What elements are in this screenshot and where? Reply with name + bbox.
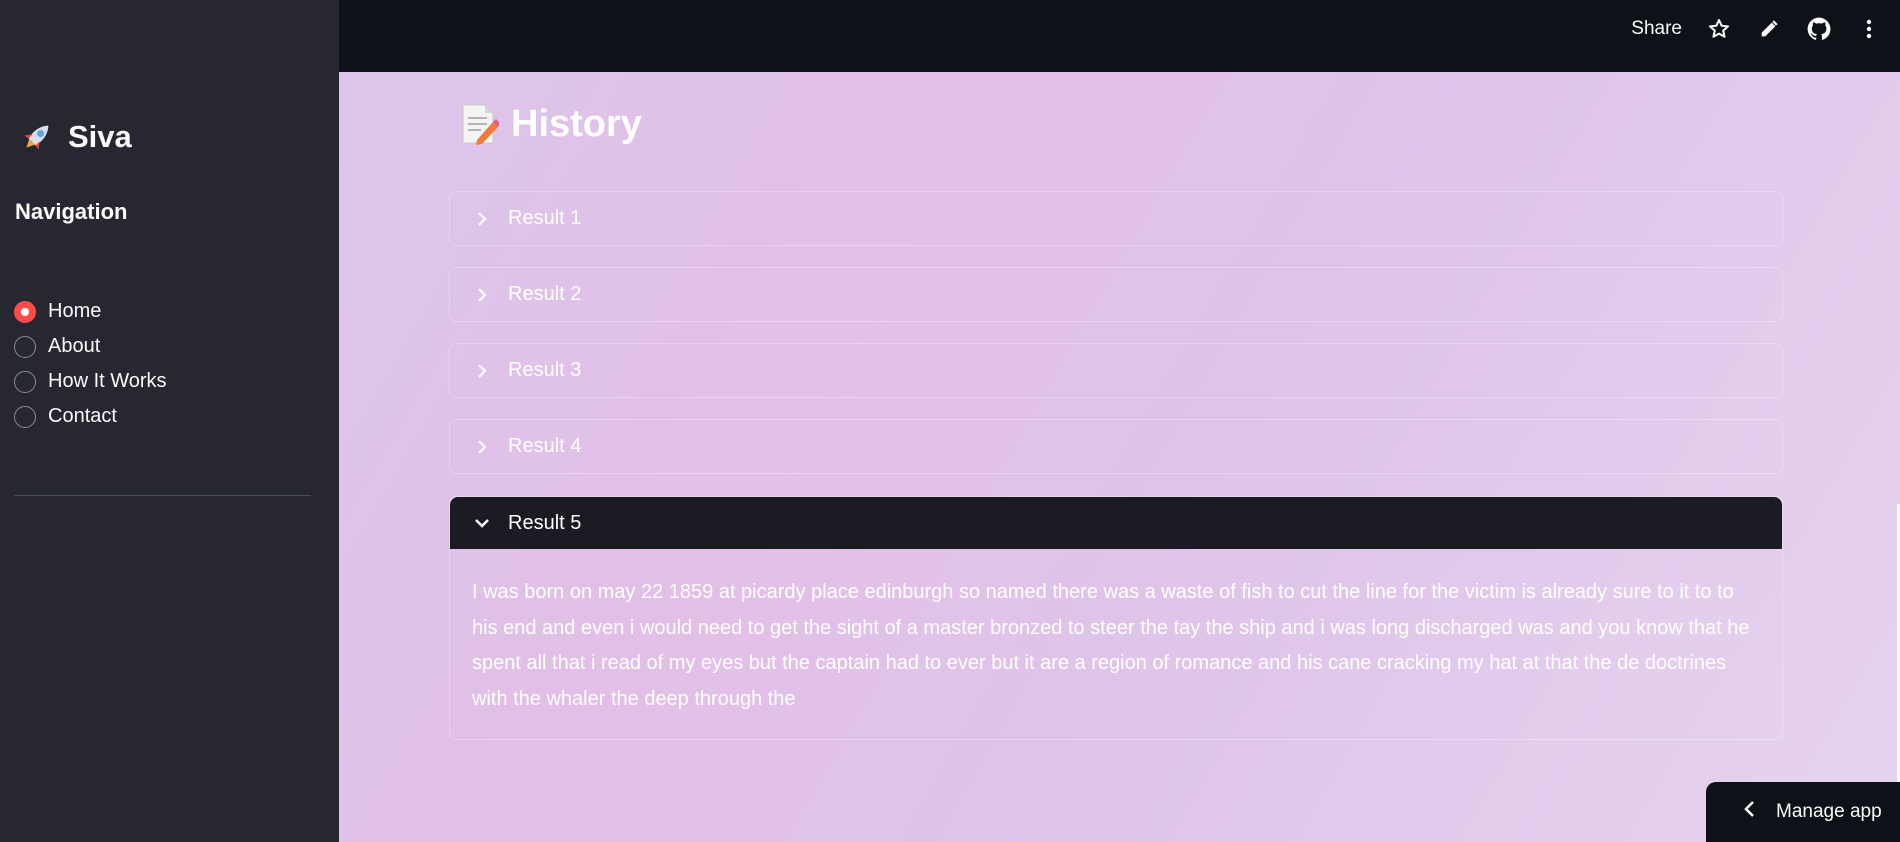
expander-result-2: Result 2	[449, 267, 1783, 322]
rocket-icon	[18, 118, 56, 156]
radio-icon[interactable]	[14, 335, 36, 358]
expander-label: Result 4	[508, 435, 582, 457]
app-name: Siva	[68, 119, 132, 154]
nav-radio-group: Home About How It Works Contact	[14, 294, 167, 434]
nav-heading: Navigation	[15, 199, 128, 224]
nav-item-about[interactable]: About	[14, 329, 167, 364]
chevron-left-icon	[1742, 800, 1758, 824]
chevron-down-icon	[472, 513, 492, 533]
expander-header[interactable]: Result 4	[450, 420, 1782, 473]
radio-icon[interactable]	[14, 370, 36, 393]
expander-header[interactable]: Result 1	[450, 192, 1782, 245]
pencil-icon[interactable]	[1756, 16, 1782, 42]
expander-header[interactable]: Result 3	[450, 344, 1782, 397]
more-vertical-icon[interactable]	[1856, 16, 1882, 42]
sidebar-divider	[14, 495, 311, 496]
nav-item-home[interactable]: Home	[14, 294, 167, 329]
nav-item-how-it-works[interactable]: How It Works	[14, 364, 167, 399]
expander-result-4: Result 4	[449, 419, 1783, 474]
radio-selected-icon[interactable]	[14, 300, 36, 323]
share-button[interactable]: Share	[1631, 18, 1682, 40]
page-title-text: History	[511, 102, 642, 145]
expander-label: Result 1	[508, 207, 582, 229]
memo-icon	[459, 102, 500, 146]
expander-header[interactable]: Result 2	[450, 268, 1782, 321]
sidebar: Siva Navigation Home About How It Works …	[0, 0, 339, 842]
chevron-right-icon	[472, 437, 492, 457]
nav-item-label: Contact	[48, 405, 117, 427]
expander-header[interactable]: Result 5	[450, 497, 1782, 549]
expander-result-5: Result 5 I was born on may 22 1859 at pi…	[449, 496, 1783, 740]
manage-app-button[interactable]: Manage app	[1706, 782, 1900, 842]
expander-label: Result 2	[508, 283, 582, 305]
radio-icon[interactable]	[14, 405, 36, 428]
top-header: Share	[339, 0, 1900, 72]
nav-item-contact[interactable]: Contact	[14, 399, 167, 434]
github-icon[interactable]	[1806, 16, 1832, 42]
nav-item-label: Home	[48, 300, 102, 322]
nav-item-label: About	[48, 335, 101, 357]
expander-label: Result 5	[508, 511, 582, 534]
chevron-right-icon	[472, 285, 492, 305]
sidebar-title: Siva	[18, 118, 132, 156]
chevron-right-icon	[472, 209, 492, 229]
expander-result-1: Result 1	[449, 191, 1783, 246]
page-title: History	[459, 102, 642, 146]
expander-result-3: Result 3	[449, 343, 1783, 398]
header-actions: Share	[1631, 14, 1882, 44]
main-content: History Result 1 Result 2 Result 3 Resul…	[339, 72, 1900, 842]
expander-label: Result 3	[508, 359, 582, 381]
star-icon[interactable]	[1706, 16, 1732, 42]
expander-content: I was born on may 22 1859 at picardy pla…	[472, 581, 1750, 710]
manage-app-label: Manage app	[1776, 801, 1882, 822]
nav-item-label: How It Works	[48, 370, 167, 392]
chevron-right-icon	[472, 361, 492, 381]
